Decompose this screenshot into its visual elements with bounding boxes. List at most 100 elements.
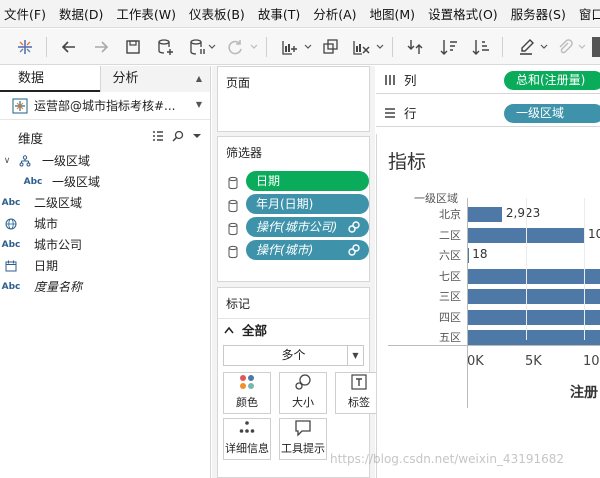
new-worksheet-icon[interactable] <box>278 37 300 57</box>
dimension-field-list: ∨ 一级区域 Abc 一级区域 Abc 二级区域 城市 Abc 城市公司 日期 … <box>0 150 210 297</box>
tab-analysis[interactable]: 分析 ▲ ▼ <box>99 66 210 109</box>
filter-pill-action-company[interactable]: 操作(城市公司) <box>246 217 369 237</box>
sort-ascending-icon[interactable] <box>438 37 460 57</box>
field-hierarchy-region[interactable]: ∨ 一级区域 <box>0 150 210 171</box>
view-grid-icon[interactable] <box>152 130 164 142</box>
collapse-chevron-icon[interactable]: ∨ <box>0 156 14 166</box>
label-button-label: 标签 <box>348 396 370 409</box>
tableau-logo-icon[interactable] <box>14 37 36 57</box>
string-type-icon: Abc <box>1 281 21 292</box>
filter-pill-date[interactable]: 日期 <box>246 171 369 191</box>
field-city-company[interactable]: Abc 城市公司 <box>0 234 210 255</box>
bar[interactable] <box>468 330 600 345</box>
field-region-level1[interactable]: Abc 一级区域 <box>0 171 210 192</box>
field-label: 一级区域 <box>42 154 91 168</box>
menu-item[interactable]: 工作表(W) <box>116 4 176 23</box>
rows-shelf[interactable]: 行 一级区域 <box>376 99 600 127</box>
datasource-item[interactable]: 运营部@城市指标考核#... <box>0 92 210 120</box>
category-label: 七区 <box>439 269 461 283</box>
bar[interactable] <box>468 289 600 304</box>
mark-type-select[interactable]: 多个 ▼ <box>223 345 364 366</box>
save-icon[interactable] <box>122 37 144 57</box>
chevron-down-icon[interactable] <box>208 43 216 51</box>
highlight-pen-icon[interactable] <box>516 37 538 57</box>
worksheet-title: 指标 <box>388 151 427 173</box>
category-label: 四区 <box>439 310 461 324</box>
presentation-toggle-icon[interactable] <box>592 37 600 57</box>
marks-all-toggle[interactable]: 全部 <box>218 318 369 340</box>
data-label: 18 <box>472 247 488 261</box>
paperclip-icon[interactable] <box>554 37 576 57</box>
size-button[interactable]: 大小 <box>279 372 327 414</box>
chevron-down-icon[interactable] <box>250 43 258 51</box>
search-icon[interactable] <box>172 130 184 142</box>
forward-arrow-icon[interactable] <box>90 37 112 57</box>
field-label: 度量名称 <box>34 280 83 294</box>
rows-pill-region[interactable]: 一级区域 <box>504 104 600 123</box>
swap-rows-columns-icon[interactable] <box>404 37 426 57</box>
clear-sheet-icon[interactable] <box>350 37 372 57</box>
tab-data[interactable]: 数据 <box>0 66 100 92</box>
bar[interactable] <box>468 309 600 325</box>
filter-pill-month[interactable]: 年月(日期) <box>246 194 369 214</box>
database-icon <box>228 222 238 235</box>
axis-line <box>467 198 468 408</box>
worksheet-view[interactable]: 指标 一级区域 北京 2,923 二区 10 六区 18 七区三区四区五区 0K 5K 10K 注… <box>376 134 600 478</box>
chevron-down-icon[interactable] <box>578 43 586 51</box>
menu-item[interactable]: 服务器(S) <box>511 4 566 23</box>
chevron-up-icon <box>224 326 234 333</box>
menu-item[interactable]: 分析(A) <box>313 4 356 23</box>
columns-shelf[interactable]: 列 总和(注册量) <box>376 66 600 94</box>
tooltip-button[interactable]: 工具提示 <box>279 418 327 460</box>
menu-item[interactable]: 设置格式(O) <box>428 4 498 23</box>
rows-icon <box>385 107 395 118</box>
datasource-name: 运营部@城市指标考核#... <box>34 99 176 113</box>
menu-item[interactable]: 文件(F) <box>4 4 46 23</box>
field-city[interactable]: 城市 <box>0 213 210 234</box>
field-region-level2[interactable]: Abc 二级区域 <box>0 192 210 213</box>
filters-card[interactable]: 筛选器 日期 年月(日期) 操作(城市公司) 操作(城市) <box>217 136 370 282</box>
filter-pill-label: 操作(城市公司) <box>256 220 338 234</box>
tab-analysis-label: 分析 <box>112 71 139 86</box>
new-datasource-icon[interactable] <box>154 37 176 57</box>
dimensions-header: 维度 <box>0 124 210 150</box>
marks-card: 标记 全部 多个 ▼ 颜色 大小 标签 详细信息 工具提示 <box>217 287 383 478</box>
filter-pill-action-city[interactable]: 操作(城市) <box>246 240 369 260</box>
pages-card[interactable]: 页面 <box>217 66 370 132</box>
field-measure-names[interactable]: Abc 度量名称 <box>0 276 210 297</box>
color-button[interactable]: 颜色 <box>223 372 271 414</box>
field-label: 日期 <box>34 259 59 273</box>
chevron-down-icon[interactable] <box>540 43 548 51</box>
chevron-down-icon[interactable] <box>192 130 202 142</box>
bar[interactable] <box>468 268 600 284</box>
marks-title: 标记 <box>226 297 251 311</box>
category-label: 二区 <box>439 228 461 242</box>
columns-icon <box>385 74 395 85</box>
field-date[interactable]: 日期 <box>0 255 210 276</box>
menu-item[interactable]: 地图(M) <box>370 4 416 23</box>
string-type-icon: Abc <box>1 197 21 208</box>
menu-item[interactable]: 窗口 <box>579 4 600 23</box>
chevron-down-icon[interactable] <box>304 43 312 51</box>
menu-item[interactable]: 数据(D) <box>59 4 103 23</box>
category-label: 北京 <box>439 208 461 221</box>
sort-caret-icon[interactable]: ▲ ▼ <box>196 66 202 118</box>
bar[interactable] <box>468 207 502 222</box>
category-label: 三区 <box>439 290 461 303</box>
globe-icon <box>0 218 22 230</box>
data-pane: 数据 分析 ▲ ▼ 运营部@城市指标考核#... 维度 ∨ 一级区域 Abc 一级… <box>0 66 211 478</box>
menu-item[interactable]: 故事(T) <box>258 4 300 23</box>
menu-item[interactable]: 仪表板(B) <box>189 4 245 23</box>
columns-pill-sum-registrations[interactable]: 总和(注册量) <box>504 71 600 90</box>
pages-title: 页面 <box>226 76 251 90</box>
duplicate-sheet-icon[interactable] <box>320 37 342 57</box>
back-arrow-icon[interactable] <box>58 37 80 57</box>
chevron-down-icon[interactable] <box>376 43 384 51</box>
detail-button[interactable]: 详细信息 <box>223 418 271 460</box>
refresh-icon[interactable] <box>224 37 246 57</box>
pause-datasource-icon[interactable] <box>186 37 208 57</box>
sort-descending-icon[interactable] <box>470 37 492 57</box>
menu-bar: 文件(F) 数据(D) 工作表(W) 仪表板(B) 故事(T) 分析(A) 地图(M) 设置格… <box>0 0 600 28</box>
filters-title: 筛选器 <box>226 146 263 160</box>
hierarchy-icon <box>14 154 36 167</box>
